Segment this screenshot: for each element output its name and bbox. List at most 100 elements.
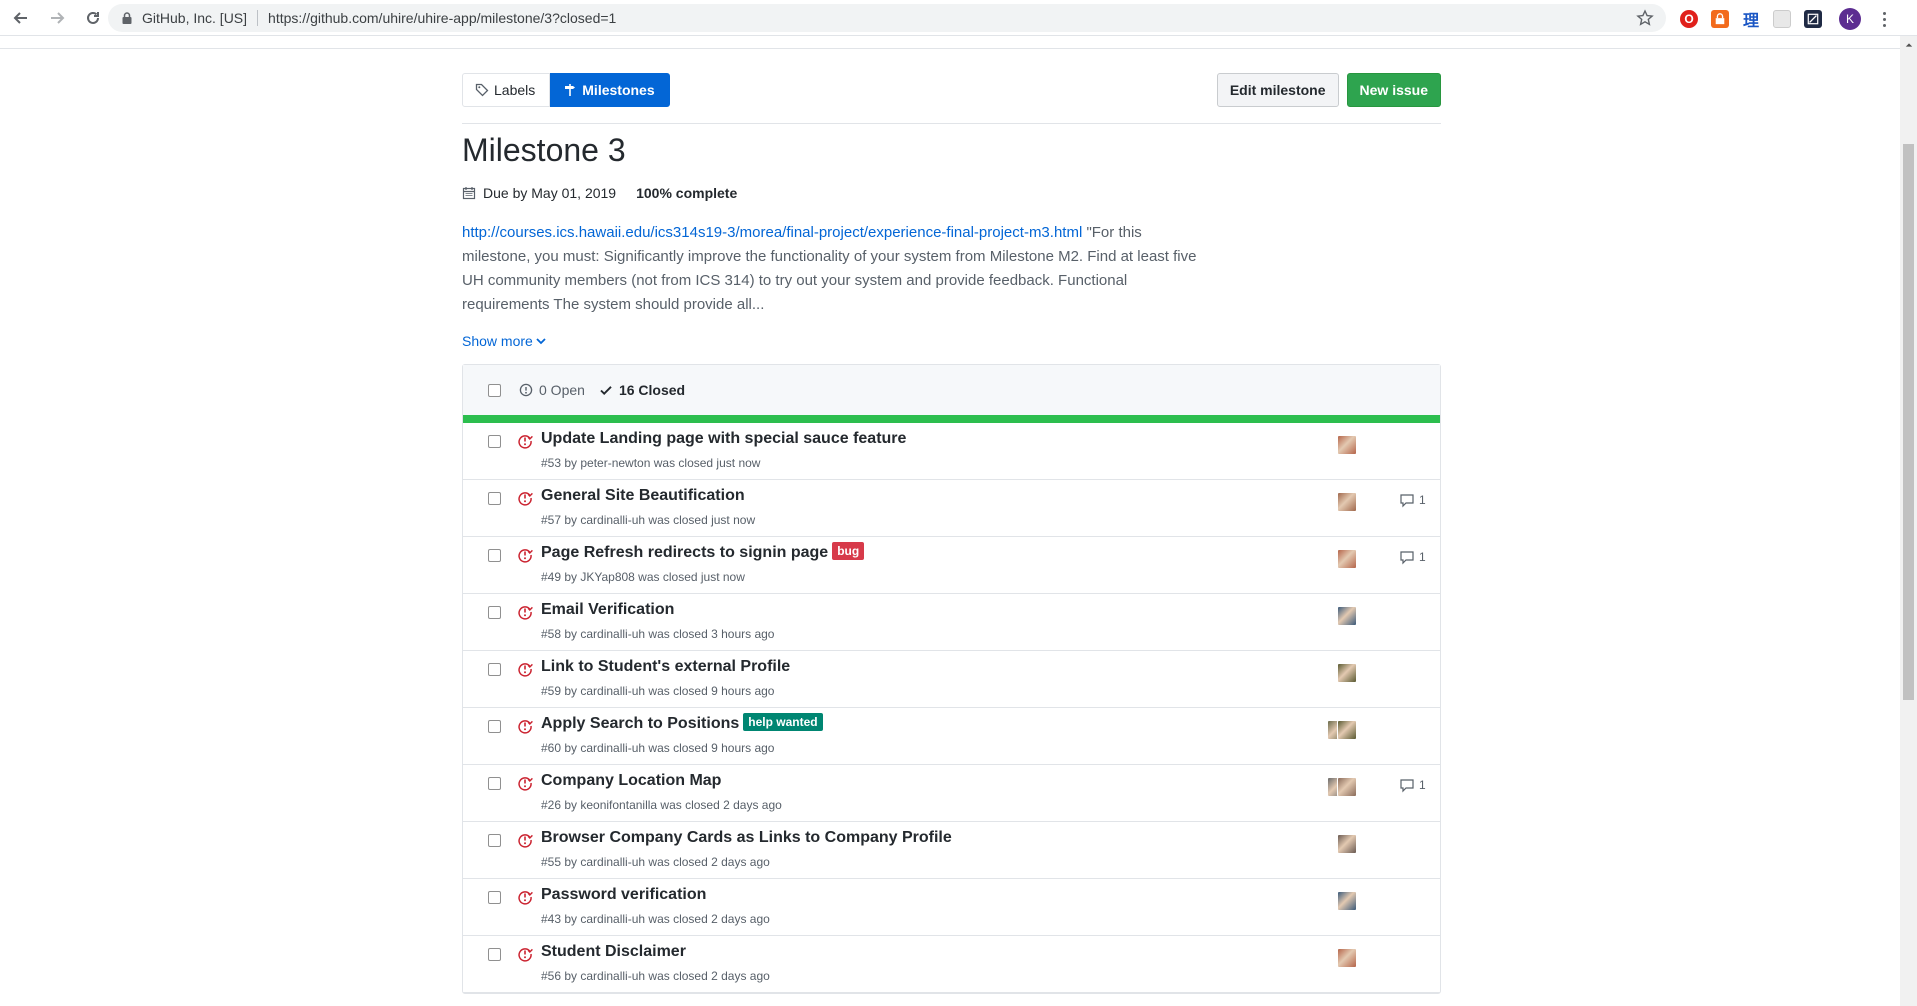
blank-extension-icon[interactable] xyxy=(1773,10,1791,28)
comment-count[interactable]: 1 xyxy=(1399,492,1426,508)
assignee-avatar[interactable] xyxy=(1337,720,1357,740)
issue-closed-icon xyxy=(518,549,533,563)
assignee-avatar[interactable] xyxy=(1337,492,1357,512)
assignee-avatar[interactable] xyxy=(1337,606,1357,626)
milestone-progress-bar xyxy=(463,415,1440,423)
issue-closed-icon xyxy=(518,891,533,905)
scroll-up-arrow-icon[interactable] xyxy=(1900,36,1917,53)
tag-icon xyxy=(475,83,489,97)
comment-count[interactable]: 1 xyxy=(1399,777,1426,793)
issues-list: 0 Open 16 Closed Update Landing page wit… xyxy=(462,364,1441,994)
assignee-avatar[interactable] xyxy=(1337,834,1357,854)
omnibox-divider xyxy=(257,10,259,26)
issue-title-link[interactable]: Browser Company Cards as Links to Compan… xyxy=(541,829,952,847)
issue-label[interactable]: bug xyxy=(832,542,865,560)
issue-checkbox[interactable] xyxy=(488,834,501,847)
bookmark-star-icon[interactable] xyxy=(1636,9,1654,27)
issue-closed-icon xyxy=(518,663,533,677)
extensions-area: O 理 K xyxy=(1680,8,1893,30)
issue-title-link[interactable]: General Site Beautification xyxy=(541,487,745,505)
issue-checkbox[interactable] xyxy=(488,492,501,505)
address-bar[interactable]: GitHub, Inc. [US] https://github.com/uhi… xyxy=(108,4,1666,32)
open-filter[interactable]: 0 Open xyxy=(519,382,585,398)
due-date: Due by May 01, 2019 xyxy=(483,185,617,201)
issue-checkbox[interactable] xyxy=(488,435,501,448)
lock-icon xyxy=(122,12,132,24)
issue-row[interactable]: Company Location Map #26 by keonifontani… xyxy=(463,765,1440,822)
issue-meta: #58 by cardinalli-uh was closed 3 hours … xyxy=(541,627,775,641)
assignee-avatar[interactable] xyxy=(1337,435,1357,455)
issue-row[interactable]: General Site Beautification #57 by cardi… xyxy=(463,480,1440,537)
issue-title-link[interactable]: Apply Search to Positions xyxy=(541,715,739,733)
issue-title-link[interactable]: Company Location Map xyxy=(541,772,721,790)
show-more-text: Show more xyxy=(462,333,533,349)
back-button[interactable] xyxy=(6,3,36,33)
issue-row[interactable]: Email Verification #58 by cardinalli-uh … xyxy=(463,594,1440,651)
slash-icon xyxy=(1807,13,1819,25)
assignee-avatar[interactable] xyxy=(1337,663,1357,683)
issue-assignees xyxy=(1327,777,1357,797)
assignee-avatar[interactable] xyxy=(1337,549,1357,569)
closed-filter[interactable]: 16 Closed xyxy=(599,382,685,398)
issue-row[interactable]: Password verification #43 by cardinalli-… xyxy=(463,879,1440,936)
issue-checkbox[interactable] xyxy=(488,606,501,619)
show-more-link[interactable]: Show more xyxy=(462,333,546,349)
issue-title: Password verification xyxy=(541,886,706,904)
issue-row[interactable]: Link to Student's external Profile #59 b… xyxy=(463,651,1440,708)
issue-meta: #53 by peter-newton was closed just now xyxy=(541,456,761,470)
issue-title-link[interactable]: Page Refresh redirects to signin page xyxy=(541,544,828,562)
issue-closed-icon xyxy=(518,720,533,734)
issue-assignees xyxy=(1337,834,1357,854)
labels-link[interactable]: Labels xyxy=(462,73,551,107)
issue-closed-icon xyxy=(518,606,533,620)
comment-icon xyxy=(1400,779,1414,793)
page-scrollbar[interactable] xyxy=(1900,36,1917,1006)
issue-row[interactable]: Apply Search to Positions help wanted #60… xyxy=(463,708,1440,765)
translate-extension-icon[interactable]: 理 xyxy=(1742,10,1760,30)
issue-row[interactable]: Student Disclaimer #56 by cardinalli-uh … xyxy=(463,936,1440,993)
issue-title: General Site Beautification xyxy=(541,487,745,505)
edit-milestone-button[interactable]: Edit milestone xyxy=(1216,73,1339,107)
issue-checkbox[interactable] xyxy=(488,777,501,790)
milestone-description: http://courses.ics.hawaii.edu/ics314s19-… xyxy=(462,221,1202,317)
forward-button[interactable] xyxy=(42,3,72,33)
comment-count-text: 1 xyxy=(1419,493,1426,507)
assignee-avatar[interactable] xyxy=(1337,948,1357,968)
issue-title-link[interactable]: Update Landing page with special sauce f… xyxy=(541,430,906,448)
issue-title-link[interactable]: Password verification xyxy=(541,886,706,904)
issue-assignees xyxy=(1337,663,1357,683)
issue-row[interactable]: Update Landing page with special sauce f… xyxy=(463,423,1440,480)
description-link[interactable]: http://courses.ics.hawaii.edu/ics314s19-… xyxy=(462,224,1082,241)
issue-title: Email Verification xyxy=(541,601,674,619)
issue-assignees xyxy=(1337,492,1357,512)
issue-checkbox[interactable] xyxy=(488,891,501,904)
calendar-icon xyxy=(462,187,476,200)
milestones-link[interactable]: Milestones xyxy=(550,73,670,107)
browser-menu-icon[interactable] xyxy=(1875,10,1893,28)
assignee-avatar[interactable] xyxy=(1337,777,1357,797)
new-issue-button[interactable]: New issue xyxy=(1346,73,1441,107)
issue-title-link[interactable]: Student Disclaimer xyxy=(541,943,686,961)
issue-title: Browser Company Cards as Links to Compan… xyxy=(541,829,952,847)
issue-title-link[interactable]: Email Verification xyxy=(541,601,674,619)
issue-label[interactable]: help wanted xyxy=(743,713,823,731)
reload-button[interactable] xyxy=(78,3,108,33)
profile-avatar[interactable]: K xyxy=(1839,8,1861,30)
issue-row[interactable]: Page Refresh redirects to signin page bug… xyxy=(463,537,1440,594)
issue-title-link[interactable]: Link to Student's external Profile xyxy=(541,658,790,676)
issue-checkbox[interactable] xyxy=(488,720,501,733)
repo-nav-strip xyxy=(0,36,1900,49)
diagonal-extension-icon[interactable] xyxy=(1804,10,1822,28)
scroll-thumb[interactable] xyxy=(1903,144,1914,700)
issue-checkbox[interactable] xyxy=(488,663,501,676)
opera-extension-icon[interactable]: O xyxy=(1680,10,1698,28)
issue-checkbox[interactable] xyxy=(488,948,501,961)
assignee-avatar[interactable] xyxy=(1337,891,1357,911)
select-all-checkbox[interactable] xyxy=(488,383,501,397)
lock-extension-icon[interactable] xyxy=(1711,10,1729,28)
comment-count[interactable]: 1 xyxy=(1399,549,1426,565)
issue-checkbox[interactable] xyxy=(488,549,501,562)
url-text: https://github.com/uhire/uhire-app/miles… xyxy=(268,10,617,26)
issue-row[interactable]: Browser Company Cards as Links to Compan… xyxy=(463,822,1440,879)
browser-toolbar: GitHub, Inc. [US] https://github.com/uhi… xyxy=(0,0,1917,36)
